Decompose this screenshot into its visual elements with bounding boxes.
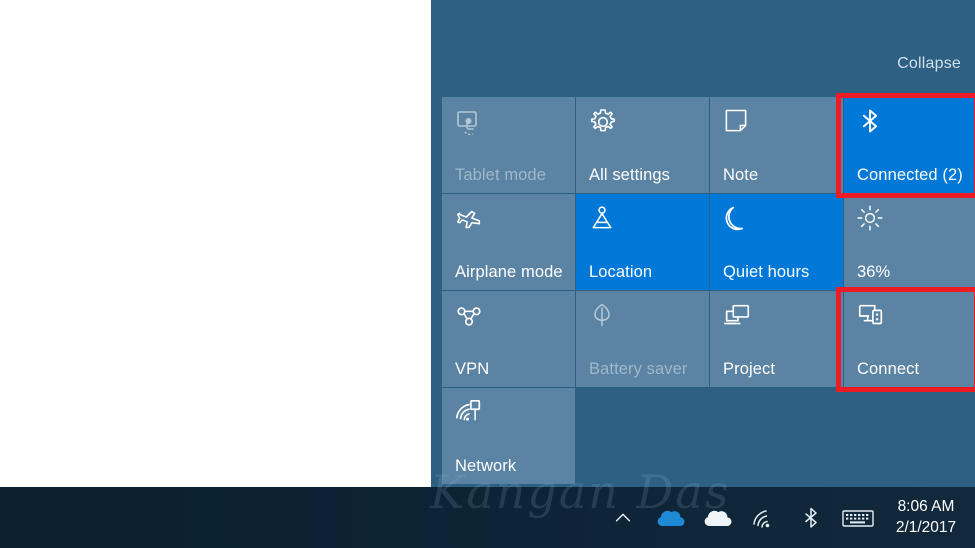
quick-action-tile-note[interactable]: Note (710, 97, 843, 193)
brightness-sun-icon (856, 204, 888, 236)
screen: Collapse Tablet mode All settings Note C… (0, 0, 975, 548)
collapse-button[interactable]: Collapse (897, 52, 961, 76)
quick-action-tile-label: All settings (589, 166, 670, 184)
gear-icon (588, 107, 620, 139)
vpn-icon (454, 301, 486, 333)
quick-action-tile-label: Network (455, 457, 517, 475)
network-wifi-icon (454, 398, 486, 430)
collapse-label: Collapse (897, 55, 961, 72)
quick-action-tile-location[interactable]: Location (576, 194, 709, 290)
clock-time: 8:06 AM (897, 497, 955, 515)
quick-action-tile-all-settings[interactable]: All settings (576, 97, 709, 193)
quick-action-tile-label: Note (723, 166, 759, 184)
onedrive-personal-icon[interactable] (646, 487, 693, 548)
moon-icon (722, 204, 754, 236)
quick-action-tile-label: Connected (2) (857, 166, 963, 184)
quick-action-tile-empty (576, 388, 709, 484)
taskbar: Kangan Das 8:06 AM 2/1/2017 (0, 465, 975, 548)
quick-action-tile-battery-saver[interactable]: Battery saver (576, 291, 709, 387)
quick-action-tile-connect[interactable]: Connect (844, 291, 975, 387)
onedrive-business-icon[interactable] (693, 487, 740, 548)
leaf-icon (588, 301, 620, 333)
quick-action-tile-label: Location (589, 263, 653, 281)
quick-action-tile-bluetooth-connected[interactable]: Connected (2) (844, 97, 975, 193)
quick-action-tile-label: Quiet hours (723, 263, 810, 281)
touch-keyboard-icon[interactable] (834, 487, 881, 548)
quick-action-tile-network[interactable]: Network (442, 388, 575, 484)
show-hidden-icons-chevron-icon[interactable] (599, 487, 646, 548)
clock-date: 2/1/2017 (895, 518, 957, 536)
note-icon (722, 107, 754, 139)
quick-action-tile-project[interactable]: Project (710, 291, 843, 387)
bluetooth-tray-icon[interactable] (787, 487, 834, 548)
location-icon (588, 204, 620, 236)
quick-action-tile-airplane-mode[interactable]: Airplane mode (442, 194, 575, 290)
airplane-icon (454, 204, 486, 236)
quick-action-tile-vpn[interactable]: VPN (442, 291, 575, 387)
quick-action-tile-brightness[interactable]: 36% (844, 194, 975, 290)
quick-action-tile-label: Project (723, 360, 776, 378)
quick-action-tile-label: VPN (455, 360, 490, 378)
system-tray: 8:06 AM 2/1/2017 (599, 487, 975, 548)
quick-action-tile-label: 36% (857, 263, 891, 281)
quick-action-tile-label: Tablet mode (455, 166, 546, 184)
network-wifi-tray-icon[interactable] (740, 487, 787, 548)
quick-action-tile-label: Connect (857, 360, 920, 378)
action-center-panel: Collapse Tablet mode All settings Note C… (431, 0, 975, 487)
taskbar-clock[interactable]: 8:06 AM 2/1/2017 (881, 487, 975, 548)
quick-action-tile-empty (710, 388, 843, 484)
quick-action-tile-label: Airplane mode (455, 263, 563, 281)
tablet-mode-icon (454, 107, 486, 139)
connect-device-icon (856, 301, 888, 333)
quick-action-tile-label: Battery saver (589, 360, 688, 378)
quick-action-tile-tablet-mode[interactable]: Tablet mode (442, 97, 575, 193)
project-screen-icon (722, 301, 754, 333)
bluetooth-icon (856, 107, 888, 139)
quick-action-tile-grid: Tablet mode All settings Note Connected … (442, 97, 975, 484)
quick-action-tile-empty (844, 388, 975, 484)
quick-action-tile-quiet-hours[interactable]: Quiet hours (710, 194, 843, 290)
